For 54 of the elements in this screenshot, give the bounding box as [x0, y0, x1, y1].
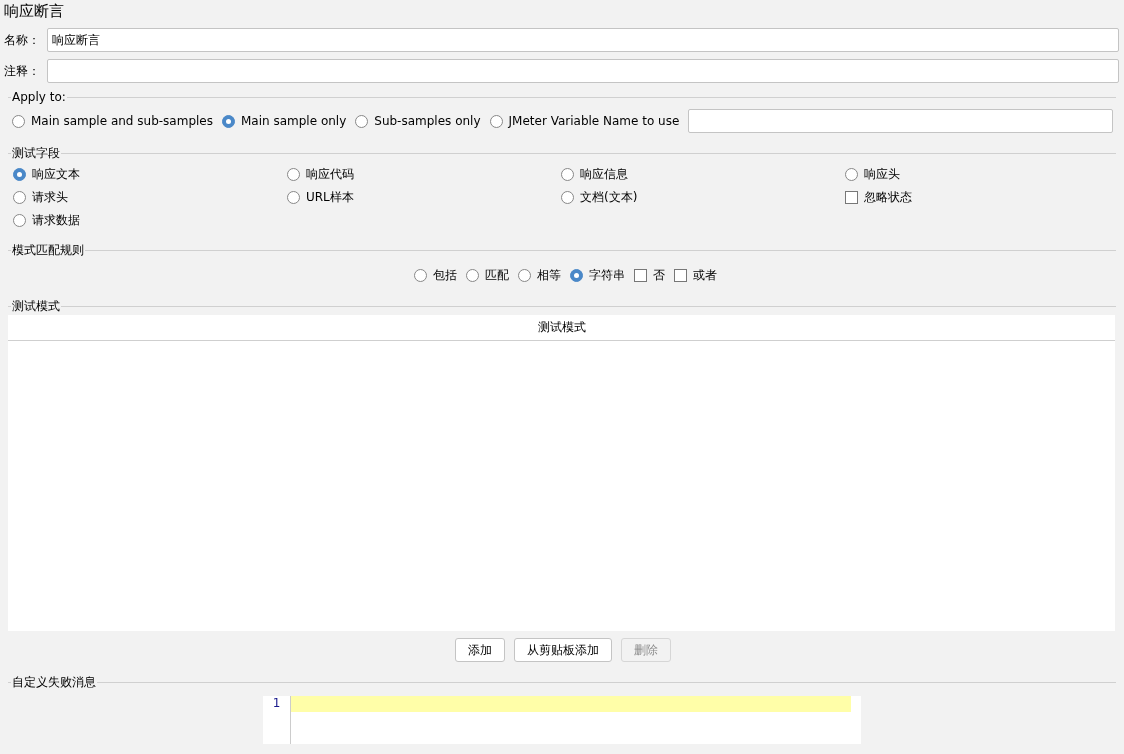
radio-button[interactable] [489, 114, 503, 128]
field-label: 名称： [4, 31, 41, 49]
section-legend: 测试模式 [11, 297, 61, 315]
field-label: 注释： [4, 62, 41, 80]
option-label[interactable]: JMeter Variable Name to use [508, 114, 680, 128]
option-label[interactable]: 或者 [692, 266, 717, 284]
option-label[interactable]: 忽略状态 [864, 189, 912, 206]
radio-button[interactable] [13, 214, 26, 227]
section-legend: Apply to: [11, 90, 67, 104]
panel-title: 响应断言 [3, 1, 65, 22]
option-label[interactable]: 字符串 [588, 266, 625, 284]
comment-field[interactable] [47, 59, 1119, 83]
section-legend: 模式匹配规则 [11, 241, 85, 259]
radio-button[interactable] [12, 114, 25, 128]
radio-button[interactable] [355, 114, 369, 128]
option-label[interactable]: URL样本 [306, 189, 354, 206]
option-label[interactable]: 请求头 [32, 189, 68, 206]
radio-button[interactable] [561, 168, 574, 181]
section-legend: 自定义失败消息 [11, 673, 97, 691]
action-button[interactable]: 从剪贴板添加 [514, 638, 612, 662]
radio-button[interactable] [561, 191, 574, 204]
option-label[interactable]: 相等 [536, 266, 561, 284]
radio-button[interactable] [222, 114, 235, 128]
option-label[interactable]: 响应信息 [580, 166, 628, 183]
radio-button[interactable] [13, 191, 26, 204]
option-label[interactable]: 否 [652, 266, 665, 284]
radio-button[interactable] [13, 168, 26, 181]
radio-button[interactable] [413, 268, 427, 282]
option-label[interactable]: Main sample only [241, 114, 347, 128]
checkbox[interactable] [633, 268, 647, 282]
radio-button[interactable] [287, 191, 300, 204]
message-editor[interactable]: 1 [263, 696, 861, 744]
radio-button[interactable] [465, 268, 479, 282]
line-number: 1 [271, 696, 282, 710]
option-label[interactable]: 包括 [432, 266, 457, 284]
checkbox[interactable] [845, 191, 858, 204]
radio-button[interactable] [845, 168, 858, 181]
option-label[interactable]: 匹配 [484, 266, 509, 284]
radio-button[interactable] [517, 268, 531, 282]
checkbox[interactable] [673, 268, 687, 282]
option-label[interactable]: 响应代码 [306, 166, 354, 183]
option-label[interactable]: Main sample and sub-samples [31, 114, 213, 128]
radio-button[interactable] [287, 168, 300, 181]
option-label[interactable]: 文档(文本) [580, 189, 638, 206]
action-button[interactable]: 添加 [455, 638, 505, 662]
option-label[interactable]: 响应头 [864, 166, 900, 183]
section-legend: 测试字段 [11, 144, 61, 162]
name-field[interactable]: 响应断言 [47, 28, 1119, 52]
option-label[interactable]: Sub-samples only [374, 114, 481, 128]
radio-button[interactable] [569, 268, 583, 282]
column-header: 测试模式 [8, 315, 1115, 341]
variable-name-field[interactable] [688, 109, 1113, 133]
option-label[interactable]: 响应文本 [32, 166, 80, 183]
option-label[interactable]: 请求数据 [32, 212, 80, 229]
